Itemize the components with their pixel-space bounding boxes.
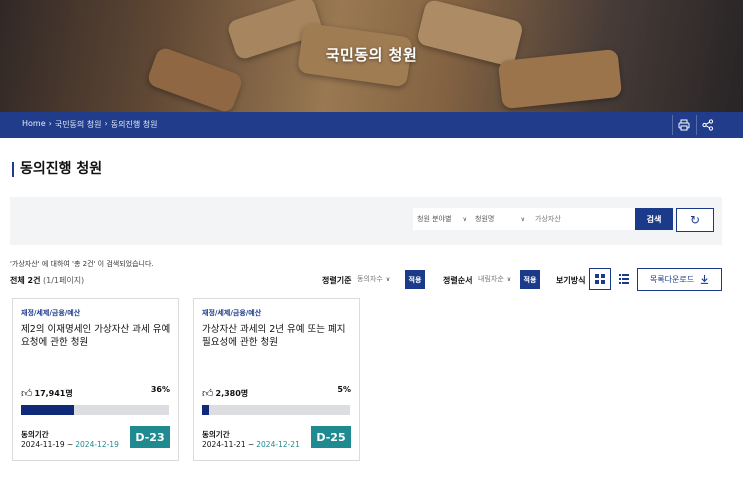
sort-basis-select[interactable]: 동의자수 ∨	[355, 270, 402, 288]
share-button[interactable]	[696, 115, 718, 135]
sort-order-label: 정렬순서	[443, 276, 473, 285]
list-icon	[619, 274, 629, 284]
print-button[interactable]	[672, 115, 694, 135]
chevron-down-icon: ∨	[385, 275, 391, 283]
petition-card[interactable]: 재정/세제/금융/예산 제2의 이재명세인 가상자산 과세 유예 요청에 관한 …	[12, 298, 179, 461]
period-end: 2024-12-21	[256, 440, 300, 449]
dday-badge: D-25	[311, 426, 351, 448]
agree-percent: 36%	[150, 385, 170, 394]
download-list-button[interactable]: 목록다운로드	[637, 268, 722, 291]
period-end: 2024-12-19	[75, 440, 119, 449]
progress-bar	[202, 405, 350, 415]
category-select-value: 청원 분야별	[417, 215, 452, 223]
view-mode-label: 보기방식	[556, 276, 586, 285]
period-start: 2024-11-19 ~	[21, 440, 74, 449]
page-title: 동의진행 청원	[12, 162, 102, 177]
chevron-down-icon: ∨	[506, 275, 512, 283]
petition-title[interactable]: 가상자산 과세의 2년 유예 또는 폐지 필요성에 관한 청원	[202, 323, 352, 349]
hero-banner: 국민동의 청원	[0, 0, 743, 112]
thumbs-up-icon: 👍︎	[21, 387, 33, 400]
total-label: 전체 2건	[10, 276, 41, 285]
breadcrumb-bar: Home › 국민동의 청원 › 동의진행 청원	[0, 112, 743, 138]
petition-title[interactable]: 제2의 이재명세인 가상자산 과세 유예 요청에 관한 청원	[21, 323, 171, 349]
breadcrumb-current[interactable]: 동의진행 청원	[111, 119, 158, 130]
search-type-select[interactable]: 청원명 ∨	[471, 208, 529, 230]
sort-basis-apply-button[interactable]: 적용	[405, 270, 425, 289]
print-icon	[678, 119, 689, 131]
sort-order-apply-button[interactable]: 적용	[520, 270, 540, 289]
search-panel: 청원 분야별 ∨ 청원명 ∨ 가상자산 검색 ↻	[10, 197, 722, 245]
breadcrumb-separator: ›	[104, 119, 108, 128]
agree-count: 👍︎ 2,380명	[202, 387, 248, 400]
page-info: (1/1페이지)	[42, 276, 85, 285]
download-icon	[700, 275, 709, 284]
search-result-message: '가상자산' 에 대하여 '총 2건' 이 검색되었습니다.	[10, 260, 154, 268]
reset-button[interactable]: ↻	[676, 208, 714, 232]
sort-basis-value: 동의자수	[357, 275, 383, 283]
period-dates: 2024-11-21 ~ 2024-12-21	[202, 440, 300, 449]
breadcrumb-separator: ›	[48, 119, 52, 128]
progress-bar	[21, 405, 169, 415]
agree-count-value: 17,941명	[34, 389, 73, 398]
period-dates: 2024-11-19 ~ 2024-12-19	[21, 440, 119, 449]
dday-badge: D-23	[130, 426, 170, 448]
category-select[interactable]: 청원 분야별 ∨	[413, 208, 471, 230]
hero-title: 국민동의 청원	[325, 46, 418, 64]
chevron-down-icon: ∨	[520, 215, 525, 223]
search-type-value: 청원명	[475, 215, 495, 223]
download-label: 목록다운로드	[649, 275, 695, 284]
agree-percent: 5%	[337, 385, 351, 394]
agree-count: 👍︎ 17,941명	[21, 387, 73, 400]
period-label: 동의기간	[21, 430, 49, 439]
period-label: 동의기간	[202, 430, 230, 439]
sort-order-value: 내림차순	[478, 275, 504, 283]
agree-count-value: 2,380명	[215, 389, 249, 398]
breadcrumb-petitions[interactable]: 국민동의 청원	[55, 119, 102, 130]
share-icon	[701, 119, 713, 131]
refresh-icon: ↻	[689, 213, 701, 227]
grid-icon	[595, 274, 605, 284]
period-start: 2024-11-21 ~	[202, 440, 255, 449]
chevron-down-icon: ∨	[462, 215, 467, 223]
petition-category: 재정/세제/금융/예산	[202, 309, 262, 317]
list-view-button[interactable]	[613, 268, 635, 290]
breadcrumb: Home › 국민동의 청원 › 동의진행 청원	[22, 119, 157, 130]
search-input[interactable]: 가상자산	[529, 208, 642, 230]
breadcrumb-home[interactable]: Home	[22, 119, 46, 130]
progress-fill	[202, 405, 210, 415]
petition-category: 재정/세제/금융/예산	[21, 309, 81, 317]
total-count: 전체 2건 (1/1페이지)	[10, 275, 84, 286]
thumbs-up-icon: 👍︎	[202, 387, 214, 400]
search-button[interactable]: 검색	[635, 208, 673, 230]
sort-basis-label: 정렬기준	[322, 276, 352, 285]
progress-fill	[21, 405, 75, 415]
sort-order-select[interactable]: 내림차순 ∨	[476, 270, 518, 288]
petition-card[interactable]: 재정/세제/금융/예산 가상자산 과세의 2년 유예 또는 폐지 필요성에 관한…	[193, 298, 360, 461]
grid-view-button[interactable]	[589, 268, 611, 290]
